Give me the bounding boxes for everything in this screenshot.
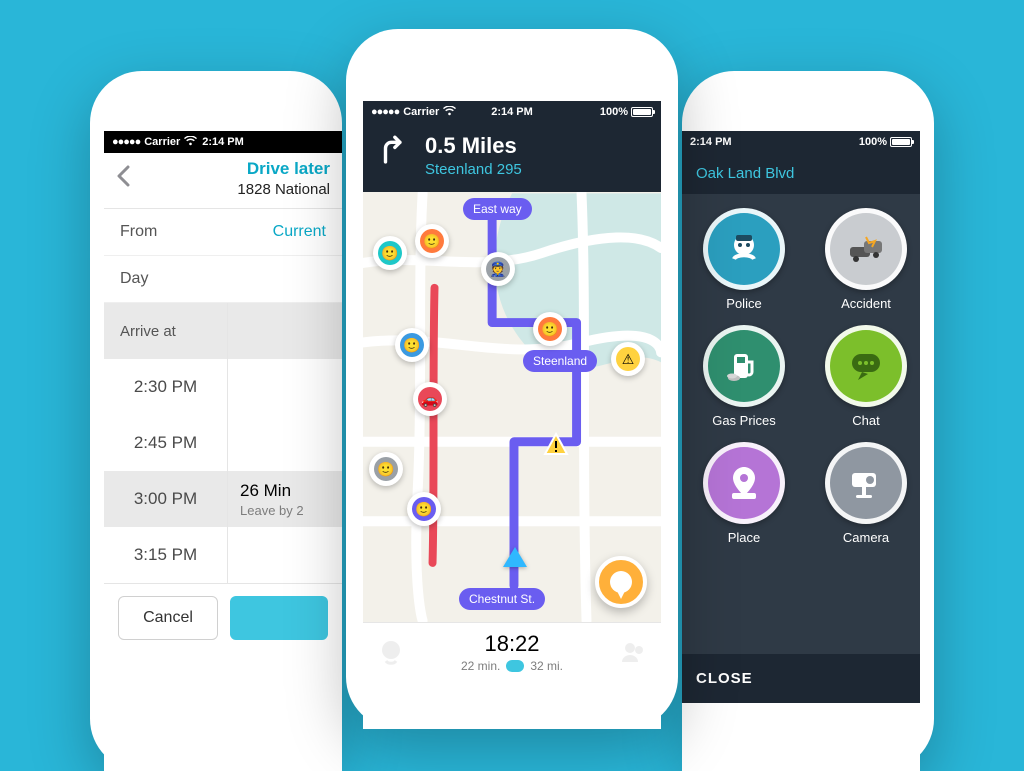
wazer-icon xyxy=(377,638,405,666)
phone-report-menu: 2:14 PM 100% Oak Land Blvd Police xyxy=(682,71,934,771)
waze-badge-icon xyxy=(506,660,524,672)
wazer-pin[interactable]: 🙂 xyxy=(533,312,567,346)
wazer-pin[interactable]: 🙂 xyxy=(415,224,449,258)
day-label: Day xyxy=(120,270,148,288)
wazer-pin[interactable]: 🙂 xyxy=(407,492,441,526)
from-value: Current xyxy=(273,223,326,241)
police-pin[interactable]: 👮 xyxy=(481,252,515,286)
status-bar: ●●●●● Carrier 2:14 PM 100% xyxy=(363,101,661,123)
report-place[interactable]: Place xyxy=(692,442,796,545)
map-view[interactable]: East way Steenland Chestnut St. 🙂 🙂 👮 🙂 … xyxy=(363,192,661,622)
battery-icon xyxy=(890,137,912,147)
report-label: Accident xyxy=(814,296,918,311)
current-location-icon xyxy=(503,547,527,567)
wifi-icon xyxy=(184,136,197,149)
clock-label: 2:14 PM xyxy=(491,106,533,118)
time-picker[interactable]: Arrive at 2:30 PM 2:45 PM 3:00 PM 3:15 P… xyxy=(104,303,342,583)
map-label-steenland: Steenland xyxy=(523,350,597,372)
report-street-label: Oak Land Blvd xyxy=(682,153,920,194)
detail-cell xyxy=(228,359,342,415)
phone-drive-later: ●●●●● Carrier 2:14 PM Drive later 1828 N… xyxy=(90,71,342,771)
hazard-icon[interactable] xyxy=(543,432,569,458)
map-label-eastway: East way xyxy=(463,198,532,220)
wazer-pin[interactable]: 🙂 xyxy=(369,452,403,486)
chat-icon xyxy=(825,325,907,407)
report-grid: Police Accident Gas Prices xyxy=(682,194,920,654)
time-option[interactable]: 2:30 PM xyxy=(104,359,227,415)
leave-by-label: Leave by 2 xyxy=(240,503,330,518)
wazer-pin[interactable]: 🙂 xyxy=(373,236,407,270)
report-label: Place xyxy=(692,530,796,545)
carrier-label: Carrier xyxy=(403,106,439,118)
go-button[interactable] xyxy=(230,596,328,640)
report-police[interactable]: Police xyxy=(692,208,796,311)
detail-header-spacer xyxy=(228,303,342,359)
signal-icon: ●●●●● xyxy=(112,136,140,148)
friends-icon[interactable] xyxy=(619,638,647,666)
page-title: Drive later xyxy=(146,159,330,179)
status-bar: ●●●●● Carrier 2:14 PM xyxy=(104,131,342,153)
report-accident[interactable]: Accident xyxy=(814,208,918,311)
eta-time: 18:22 xyxy=(405,631,619,657)
time-option-selected[interactable]: 3:00 PM xyxy=(104,471,227,527)
eta-minutes: 22 min. xyxy=(461,659,500,673)
report-label: Chat xyxy=(814,413,918,428)
from-row[interactable]: From Current xyxy=(104,209,342,256)
phone-navigation: ●●●●● Carrier 2:14 PM 100% 0.5 Miles Ste… xyxy=(346,29,678,729)
eta-bar[interactable]: 18:22 22 min. 32 mi. xyxy=(363,622,661,685)
carrier-label: Carrier xyxy=(144,136,180,148)
signal-icon: ●●●●● xyxy=(371,106,399,118)
camera-icon xyxy=(825,442,907,524)
map-label-chestnut: Chestnut St. xyxy=(459,588,545,610)
report-label: Camera xyxy=(814,530,918,545)
back-button[interactable] xyxy=(116,159,146,191)
turn-right-icon xyxy=(377,133,411,172)
detail-cell-selected: 26 Min Leave by 2 xyxy=(228,471,342,527)
cancel-button[interactable]: Cancel xyxy=(118,596,218,640)
speech-bubble-icon xyxy=(610,571,632,593)
battery-label: 100% xyxy=(859,136,887,148)
eta-miles: 32 mi. xyxy=(530,659,563,673)
accident-icon xyxy=(825,208,907,290)
wazer-pin[interactable]: 🙂 xyxy=(395,328,429,362)
status-bar: 2:14 PM 100% xyxy=(682,131,920,153)
police-icon xyxy=(703,208,785,290)
gas-icon xyxy=(703,325,785,407)
time-option[interactable]: 2:45 PM xyxy=(104,415,227,471)
destination-label: 1828 National xyxy=(146,181,330,198)
distance-label: 0.5 Miles xyxy=(425,133,522,159)
duration-label: 26 Min xyxy=(240,481,330,501)
arrive-at-label: Arrive at xyxy=(104,303,227,359)
time-option[interactable]: 3:15 PM xyxy=(104,527,227,583)
report-gas[interactable]: Gas Prices xyxy=(692,325,796,428)
wifi-icon xyxy=(443,106,456,119)
battery-label: 100% xyxy=(600,106,628,118)
detail-cell xyxy=(228,415,342,471)
traffic-pin[interactable]: 🚗 xyxy=(413,382,447,416)
hazard-pin[interactable]: ⚠ xyxy=(611,342,645,376)
report-button[interactable] xyxy=(595,556,647,608)
battery-icon xyxy=(631,107,653,117)
report-chat[interactable]: Chat xyxy=(814,325,918,428)
day-row[interactable]: Day xyxy=(104,256,342,303)
place-icon xyxy=(703,442,785,524)
report-camera[interactable]: Camera xyxy=(814,442,918,545)
drive-later-footer: Cancel xyxy=(104,583,342,652)
drive-later-header: Drive later 1828 National xyxy=(104,153,342,209)
report-label: Gas Prices xyxy=(692,413,796,428)
from-label: From xyxy=(120,223,157,241)
navigation-header: 0.5 Miles Steenland 295 xyxy=(363,123,661,192)
clock-label: 2:14 PM xyxy=(690,136,732,148)
report-label: Police xyxy=(692,296,796,311)
clock-label: 2:14 PM xyxy=(202,136,244,148)
close-button[interactable]: CLOSE xyxy=(682,654,920,703)
detail-cell xyxy=(228,527,342,583)
next-street-label: Steenland 295 xyxy=(425,161,522,178)
